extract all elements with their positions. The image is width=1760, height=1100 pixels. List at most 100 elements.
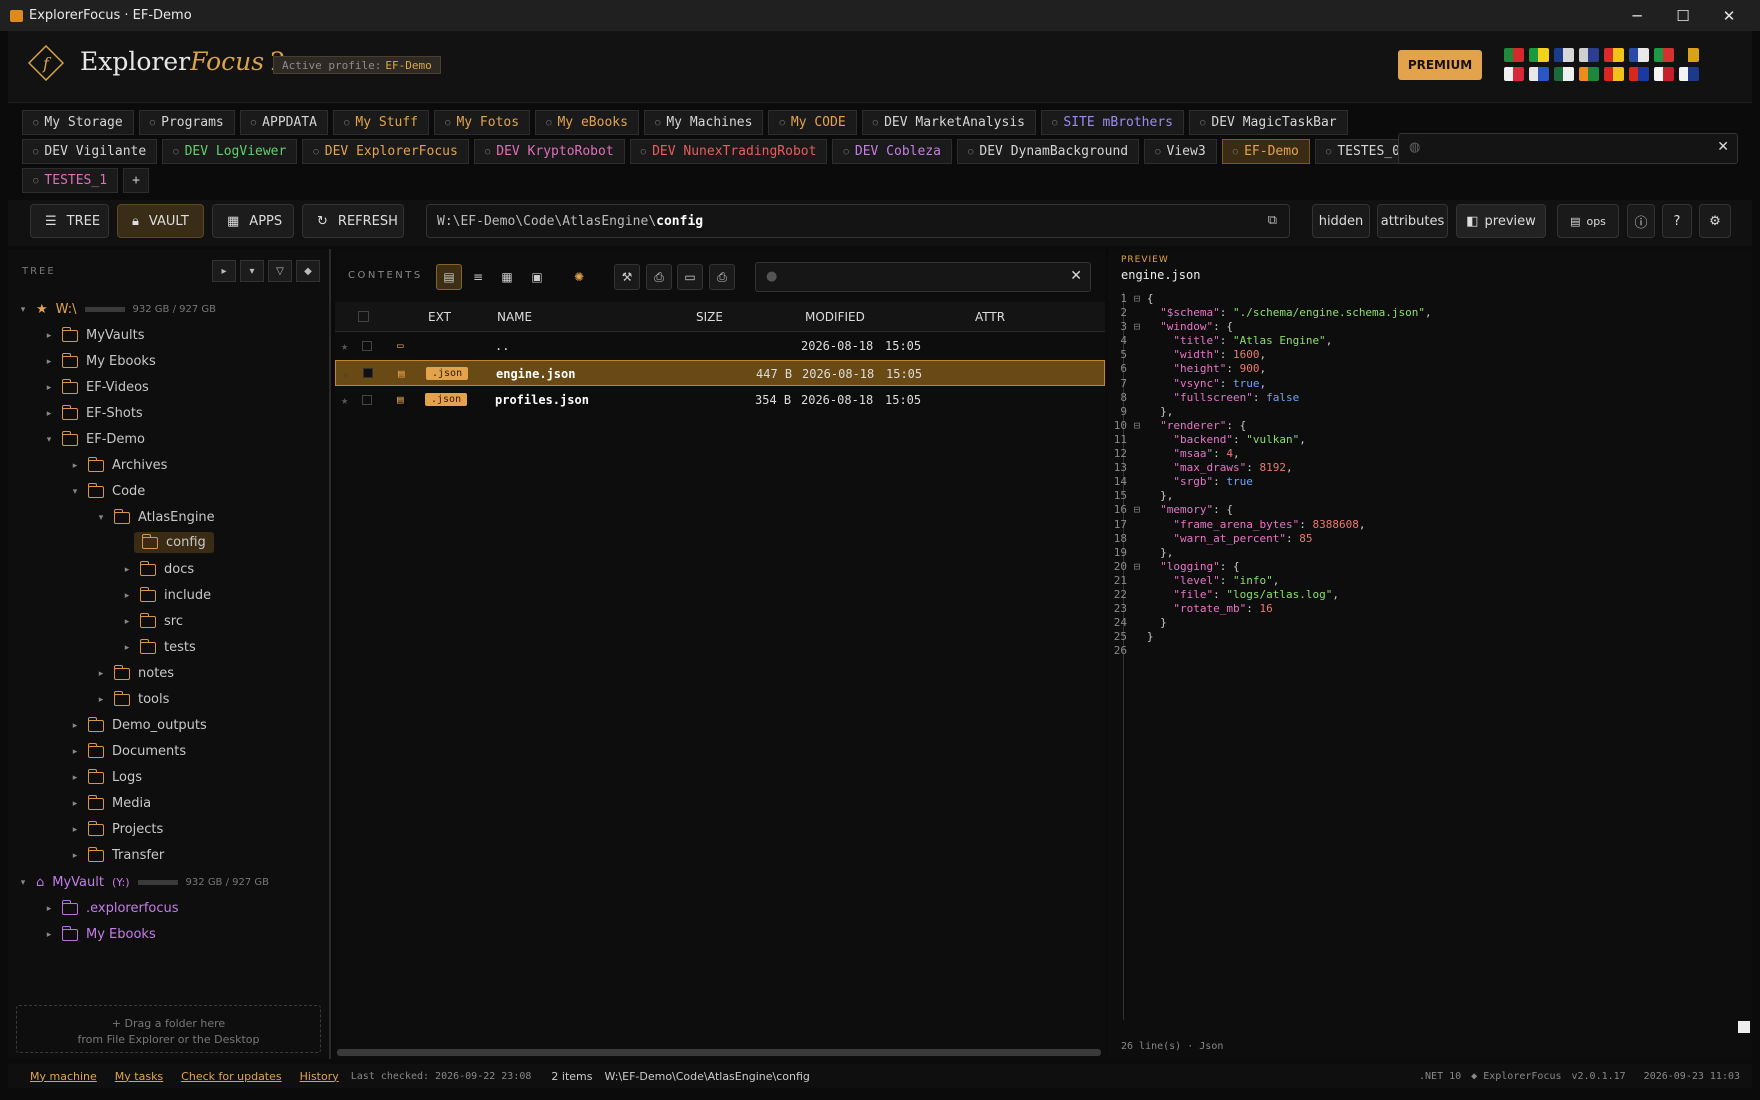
tab-my-code[interactable]: ○ My CODE — [768, 110, 857, 135]
hammer-icon[interactable]: ⚒ — [614, 264, 640, 290]
minimize-button[interactable]: ─ — [1614, 0, 1660, 31]
contents-search-input[interactable]: ● ✕ — [755, 262, 1091, 292]
table-row[interactable]: ★ ▤ .json engine.json 447 B 2026-08-18 1… — [335, 360, 1105, 386]
tree-item-vault-ebooks[interactable]: ▸ My Ebooks — [44, 925, 156, 942]
my-machine-link[interactable]: My machine — [30, 1070, 97, 1083]
row-checkbox[interactable] — [362, 395, 372, 405]
column-attr[interactable]: ATTR — [975, 310, 1005, 324]
tab-view3[interactable]: ○ View3 — [1144, 139, 1217, 164]
tab-my-machines[interactable]: ○ My Machines — [643, 110, 764, 135]
info-icon[interactable]: ⓘ — [1627, 204, 1655, 238]
row-checkbox[interactable] — [363, 368, 373, 378]
collapse-icon[interactable]: ▾ — [240, 260, 264, 282]
table-row[interactable]: ★ ▤ .json profiles.json 354 B 2026-08-18… — [335, 387, 1105, 413]
tree-item-my-ebooks[interactable]: ▸ My Ebooks — [44, 352, 156, 369]
tab-site-mbrothers[interactable]: ○ SITE mBrothers — [1040, 110, 1184, 135]
tab-dev-cobleza[interactable]: ○ DEV Cobleza — [832, 139, 952, 164]
tab-my-stuff[interactable]: ○ My Stuff — [332, 110, 430, 135]
history-link[interactable]: History — [300, 1070, 339, 1083]
tab-dev-marketanalysis[interactable]: ○ DEV MarketAnalysis — [861, 110, 1036, 135]
premium-button[interactable]: PREMIUM — [1398, 50, 1482, 80]
column-size[interactable]: SIZE — [696, 310, 723, 324]
column-name[interactable]: NAME — [497, 310, 532, 324]
attributes-toggle[interactable]: attributes — [1377, 204, 1448, 238]
tab-programs[interactable]: ○ Programs — [138, 110, 235, 135]
language-flag-icon[interactable] — [1679, 67, 1699, 81]
tab-dev-kryptorobot[interactable]: ○ DEV KryptoRobot — [473, 139, 625, 164]
address-bar[interactable]: W:\EF-Demo\Code\AtlasEngine\ config ⧉ — [426, 204, 1290, 238]
print-icon[interactable]: ⎙ — [646, 264, 672, 290]
copy-path-icon[interactable]: ⧉ — [1268, 213, 1277, 228]
printer-icon[interactable]: ⎙ — [709, 264, 735, 290]
tab-testes-1[interactable]: ○ TESTES_1 — [22, 168, 119, 193]
tab-my-ebooks[interactable]: ○ My eBooks — [535, 110, 639, 135]
tree-item-demo-outputs[interactable]: ▸ Demo_outputs — [70, 716, 207, 733]
tree-item-docs[interactable]: ▸ docs — [122, 560, 194, 577]
language-flag-icon[interactable] — [1654, 67, 1674, 81]
row-checkbox[interactable] — [362, 341, 372, 351]
tree-item-tools[interactable]: ▸ tools — [96, 690, 169, 707]
preview-toggle[interactable]: ◧ preview — [1456, 204, 1546, 238]
language-flag-icon[interactable] — [1579, 48, 1599, 62]
language-flag-icon[interactable] — [1529, 67, 1549, 81]
pin-icon[interactable]: ◆ — [296, 260, 320, 282]
tree-item-tests[interactable]: ▸ tests — [122, 638, 196, 655]
language-flag-icon[interactable] — [1654, 48, 1674, 62]
tab-dev-logviewer[interactable]: ○ DEV LogViewer — [162, 139, 298, 164]
tree-item-atlasengine[interactable]: ▾ AtlasEngine — [96, 508, 215, 525]
save-icon[interactable]: ▭ — [677, 264, 703, 290]
language-flag-icon[interactable] — [1579, 67, 1599, 81]
language-flag-icon[interactable] — [1554, 48, 1574, 62]
tree-item-ef-shots[interactable]: ▸ EF-Shots — [44, 404, 143, 421]
thumbnail-view-icon[interactable]: ▣ — [524, 264, 550, 290]
maximize-button[interactable]: ☐ — [1660, 0, 1706, 31]
filter-icon[interactable]: ▽ — [268, 260, 292, 282]
tree-item-src[interactable]: ▸ src — [122, 612, 183, 629]
ops-button[interactable]: ▤ ops — [1557, 204, 1619, 238]
clear-search-icon[interactable]: ✕ — [1717, 139, 1729, 155]
refresh-button[interactable]: ↻ REFRESH — [302, 204, 404, 238]
tab-dev-nunextradingrobot[interactable]: ○ DEV NunexTradingRobot — [629, 139, 828, 164]
resize-grip-icon[interactable] — [1738, 1021, 1750, 1033]
language-flag-icon[interactable] — [1604, 67, 1624, 81]
add-tab-button[interactable]: + — [123, 168, 150, 193]
tree-item-projects[interactable]: ▸ Projects — [70, 820, 163, 837]
list-view-icon[interactable]: ≡ — [465, 264, 491, 290]
drop-zone[interactable]: + Drag a folder here from File Explorer o… — [16, 1005, 321, 1053]
clear-contents-search-icon[interactable]: ✕ — [1070, 268, 1082, 284]
language-flag-icon[interactable] — [1629, 67, 1649, 81]
my-tasks-link[interactable]: My tasks — [115, 1070, 163, 1083]
tab-search-input[interactable]: ◍ ✕ — [1398, 133, 1738, 164]
tree-item-include[interactable]: ▸ include — [122, 586, 211, 603]
language-flag-icon[interactable] — [1554, 67, 1574, 81]
tree-item-ef-demo[interactable]: ▾ EF-Demo — [44, 430, 145, 447]
palette-icon[interactable]: ✺ — [566, 264, 592, 290]
tree-item-media[interactable]: ▸ Media — [70, 794, 151, 811]
details-view-icon[interactable]: ▤ — [436, 264, 462, 290]
language-flag-icon[interactable] — [1504, 48, 1524, 62]
language-flag-icon[interactable] — [1604, 48, 1624, 62]
tree-item-archives[interactable]: ▸ Archives — [70, 456, 167, 473]
tab-my-storage[interactable]: ○ My Storage — [22, 110, 134, 135]
settings-gear-icon[interactable]: ⚙ — [1699, 204, 1731, 238]
tiles-view-icon[interactable]: ▦ — [494, 264, 520, 290]
language-flag-icon[interactable] — [1679, 48, 1699, 62]
close-window-button[interactable]: ✕ — [1706, 0, 1752, 31]
tree-item-logs[interactable]: ▸ Logs — [70, 768, 142, 785]
expand-icon[interactable]: ▸ — [212, 260, 236, 282]
tree-item-ef-videos[interactable]: ▸ EF-Videos — [44, 378, 149, 395]
tab-dev-dynambackground[interactable]: ○ DEV DynamBackground — [956, 139, 1140, 164]
tree-drive-myvault[interactable]: ▾ ⌂ MyVault (Y:) 932 GB / 927 GB — [18, 875, 269, 890]
check-updates-link[interactable]: Check for updates — [181, 1070, 281, 1083]
table-row[interactable]: ★ ▭ .. 2026-08-18 15:05 — [335, 333, 1105, 359]
tree-drive-w[interactable]: ▾ ★ W:\ 932 GB / 927 GB — [18, 302, 216, 317]
column-modified[interactable]: MODIFIED — [805, 310, 865, 324]
horizontal-scrollbar[interactable] — [337, 1049, 1101, 1056]
apps-button[interactable]: ▦ APPS — [212, 204, 294, 238]
tree-button[interactable]: ☰ TREE — [30, 204, 109, 238]
language-flag-icon[interactable] — [1504, 67, 1524, 81]
language-flag-icon[interactable] — [1529, 48, 1549, 62]
tab-ef-demo[interactable]: ○ EF-Demo — [1221, 139, 1310, 164]
tree-item-code[interactable]: ▾ Code — [70, 482, 145, 499]
star-icon[interactable]: ★ — [342, 367, 349, 381]
